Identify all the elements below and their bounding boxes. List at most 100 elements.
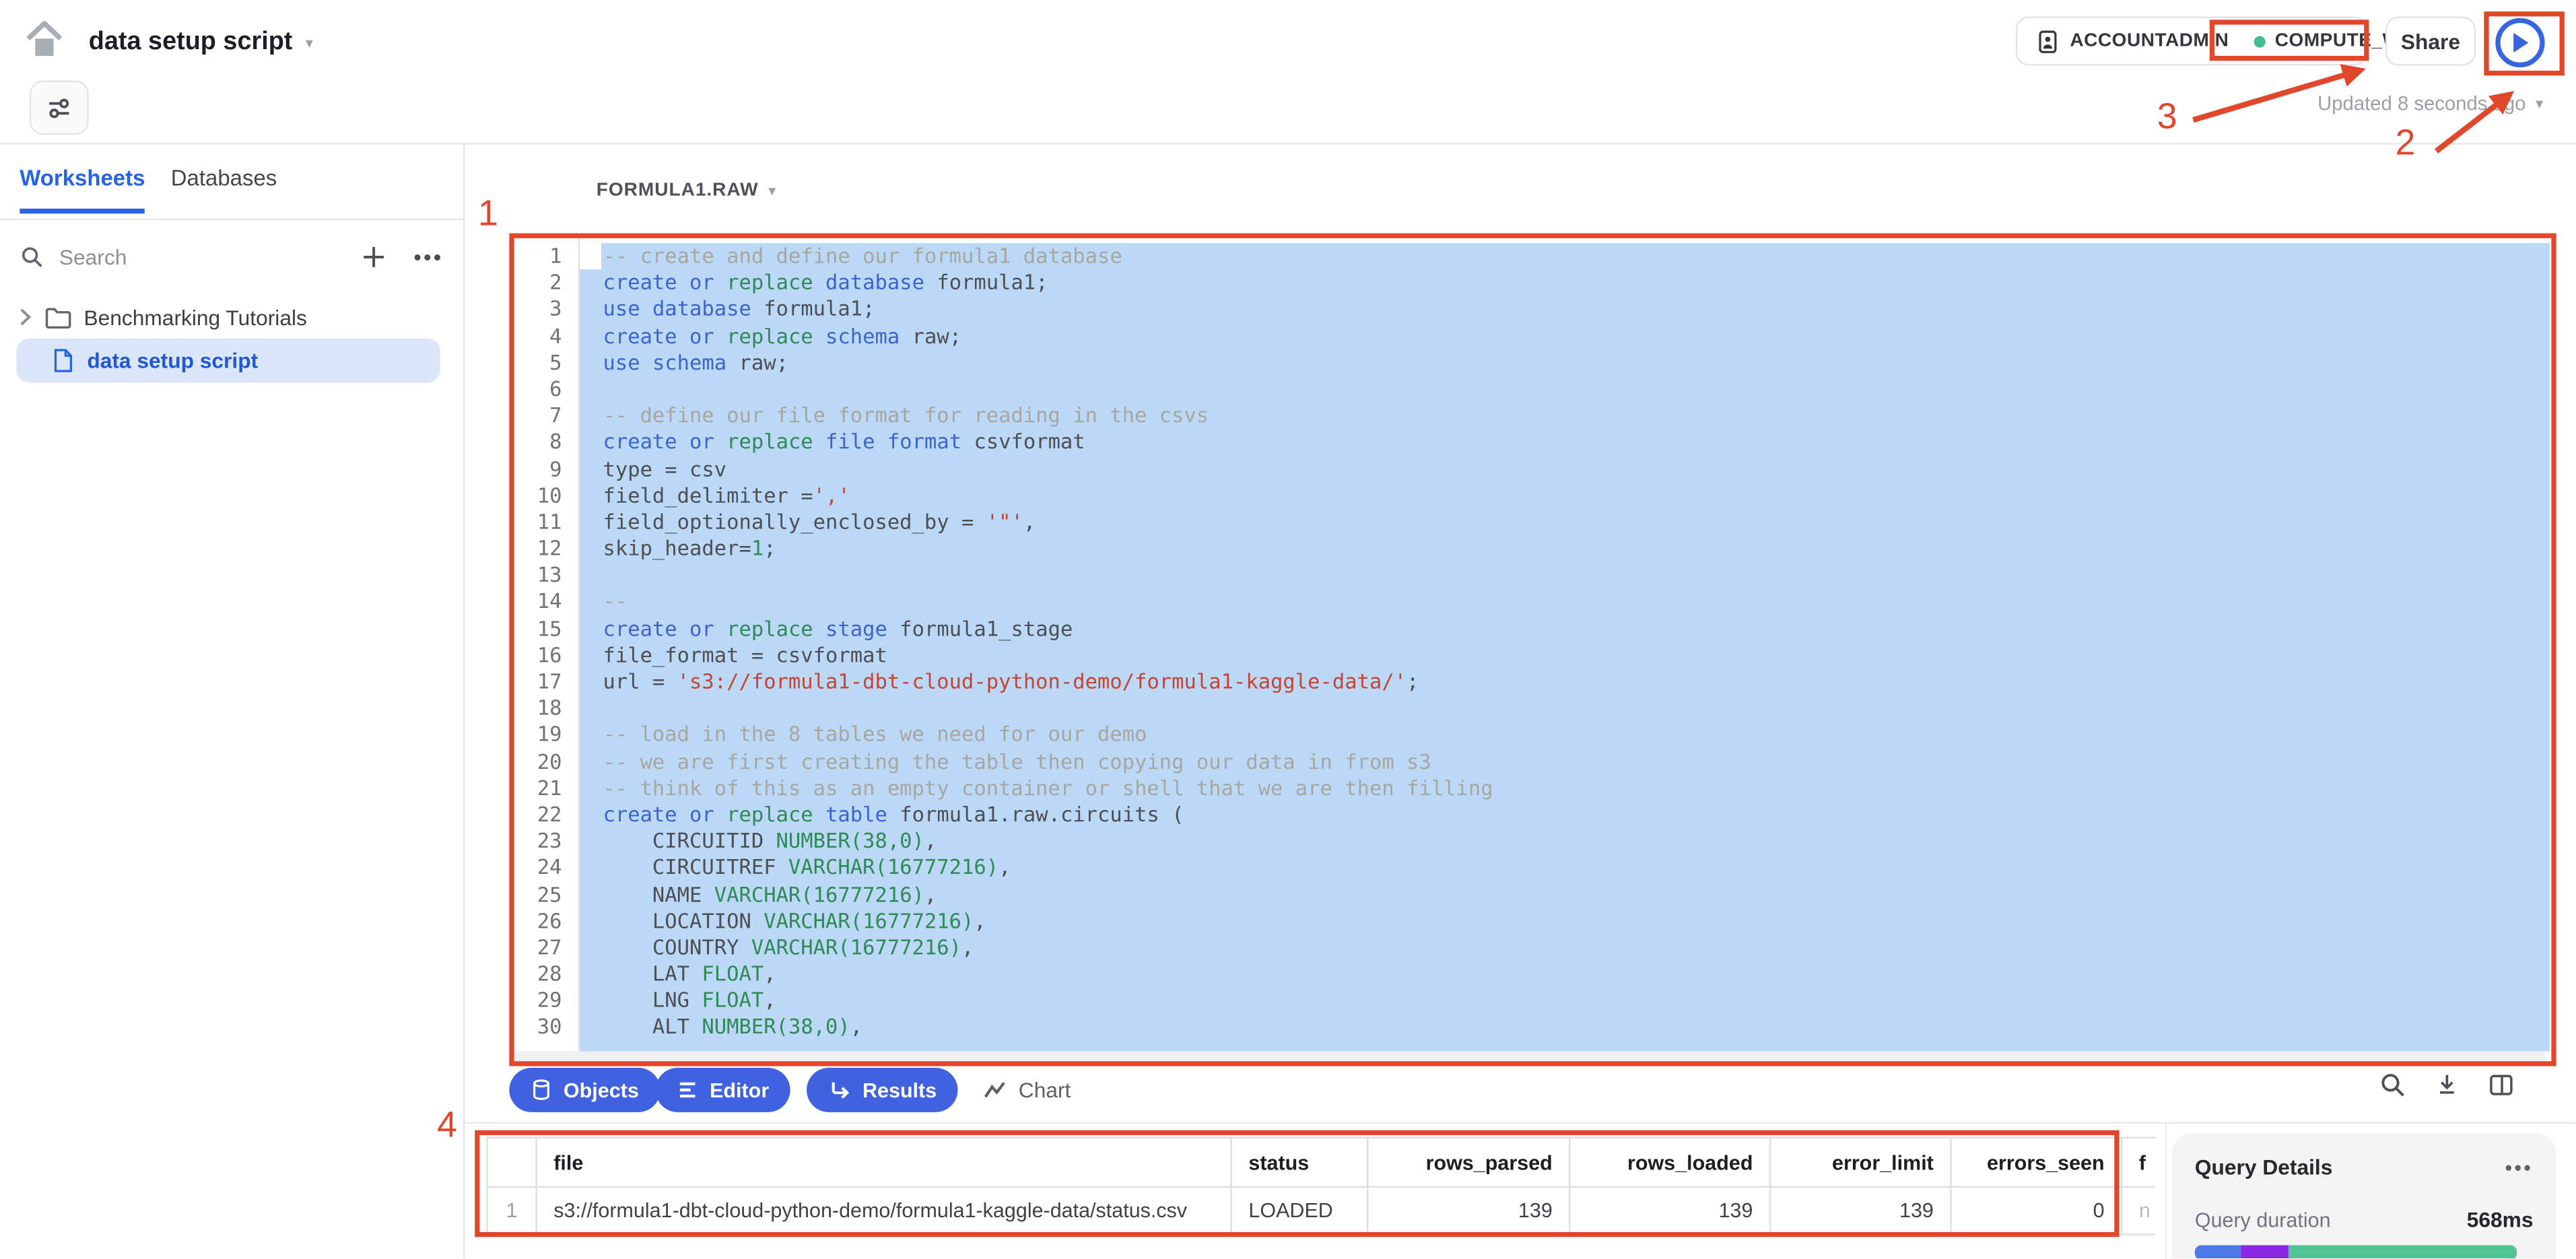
chart-line-icon [982, 1078, 1007, 1103]
split-columns-icon[interactable] [2487, 1071, 2515, 1099]
query-duration-label: Query duration [2195, 1209, 2331, 1231]
results-toolbar-icons [2379, 1071, 2515, 1099]
code-line: -- create and define our formula1 databa… [603, 243, 2541, 269]
code-line: -- load in the 8 tables we need for our … [603, 722, 2541, 748]
database-icon [531, 1078, 552, 1103]
sliders-icon [42, 91, 75, 124]
code-line [603, 562, 2541, 588]
search-input[interactable]: Search [59, 244, 362, 269]
updated-text: Updated 8 seconds ago [2317, 92, 2526, 115]
code-line: create or replace table formula1.raw.cir… [603, 802, 2541, 828]
schema-context-selector[interactable]: FORMULA1.RAW ▾ [597, 180, 776, 200]
query-details-menu-icon[interactable]: ••• [2505, 1156, 2534, 1179]
warehouse-status-dot [2253, 35, 2265, 46]
tab-chart[interactable]: Chart [982, 1068, 1071, 1112]
code-line: use schema raw; [603, 349, 2541, 376]
code-line: file_format = csvformat [603, 642, 2541, 669]
document-icon [53, 348, 74, 373]
duration-bar-segment [2195, 1246, 2241, 1259]
left-sidebar: Worksheets Databases Search ••• [0, 145, 465, 1258]
code-line: skip_header=1; [603, 536, 2541, 562]
search-results-icon[interactable] [2379, 1071, 2406, 1099]
code-line: use database formula1; [603, 296, 2541, 322]
code-line [603, 376, 2541, 403]
worksheet-title: data setup script [89, 28, 293, 57]
table-cell: 139 [1369, 1188, 1571, 1235]
code-line: COUNTRY VARCHAR(16777216), [603, 934, 2541, 961]
code-line: field_delimiter =',' [603, 483, 2541, 509]
table-cell: 139 [1771, 1188, 1951, 1235]
role-selector[interactable]: ACCOUNTADMIN [2017, 18, 2247, 64]
code-line: -- define our file format for reading in… [603, 403, 2541, 429]
code-line: url = 's3://formula1-dbt-cloud-python-de… [603, 669, 2541, 695]
chevron-down-icon[interactable]: ▾ [306, 35, 313, 50]
code-line: type = csv [603, 456, 2541, 482]
code-line: CIRCUITID NUMBER(38,0), [603, 828, 2541, 854]
code-line: create or replace stage formula1_stage [603, 615, 2541, 642]
code-line: -- we are first creating the table then … [603, 749, 2541, 775]
folder-icon [44, 305, 72, 330]
home-icon[interactable] [22, 16, 67, 62]
context-pill: ACCOUNTADMIN COMPUTE_WH [2016, 16, 2367, 65]
results-table[interactable]: filestatusrows_parsedrows_loadederror_li… [486, 1136, 2155, 1235]
column-header[interactable]: file [537, 1138, 1232, 1188]
updated-status[interactable]: Updated 8 seconds ago ▾ [2297, 92, 2543, 115]
share-button[interactable]: Share [2385, 16, 2476, 65]
search-icon [20, 244, 44, 269]
folder-label: Benchmarking Tutorials [83, 305, 306, 330]
query-details-panel: Query Details ••• Query duration 568ms [2172, 1134, 2556, 1259]
line-number-gutter: 1234567891011121314151617181920212223242… [503, 243, 562, 1041]
column-header[interactable]: status [1232, 1138, 1369, 1188]
more-options-icon[interactable]: ••• [413, 244, 443, 269]
query-duration-bar [2195, 1246, 2517, 1259]
results-button[interactable]: Results [807, 1068, 958, 1112]
code-line [603, 695, 2541, 722]
column-header[interactable]: rows_loaded [1571, 1138, 1771, 1188]
code-line: NAME VARCHAR(16777216), [603, 881, 2541, 908]
tab-databases[interactable]: Databases [171, 166, 277, 191]
column-header[interactable] [488, 1138, 537, 1188]
table-cell: 0 [1952, 1188, 2123, 1235]
code-line: create or replace file format csvformat [603, 430, 2541, 456]
code-line: CIRCUITREF VARCHAR(16777216), [603, 855, 2541, 881]
table-header-row: filestatusrows_parsedrows_loadederror_li… [488, 1138, 2156, 1188]
table-cell: s3://formula1-dbt-cloud-python-demo/form… [537, 1188, 1232, 1235]
code-line: field_optionally_enclosed_by = '"', [603, 509, 2541, 535]
schema-context-label: FORMULA1.RAW [597, 180, 759, 200]
table-row: 1s3://formula1-dbt-cloud-python-demo/for… [488, 1188, 2156, 1235]
table-cell: LOADED [1232, 1188, 1369, 1235]
editor-scrollbar[interactable] [514, 1052, 2545, 1062]
sidebar-item-folder[interactable]: Benchmarking Tutorials [16, 298, 306, 337]
query-details-title: Query Details [2195, 1155, 2333, 1180]
role-label: ACCOUNTADMIN [2070, 31, 2229, 50]
add-worksheet-button[interactable] [361, 244, 386, 269]
top-header-bar: data setup script ▾ ACCOU [0, 0, 2576, 145]
objects-button[interactable]: Objects [509, 1068, 660, 1112]
code-line: LAT FLOAT, [603, 961, 2541, 988]
column-header[interactable]: error_limit [1771, 1138, 1951, 1188]
worksheet-label: data setup script [87, 348, 258, 373]
sidebar-search: Search ••• [20, 238, 444, 275]
tab-worksheets[interactable]: Worksheets [20, 166, 145, 213]
download-icon[interactable] [2433, 1071, 2461, 1099]
user-badge-icon [2035, 29, 2060, 54]
run-button[interactable] [2495, 18, 2544, 67]
table-cell: 1 [488, 1188, 537, 1235]
code-line: create or replace database formula1; [603, 270, 2541, 296]
code-line: LNG FLOAT, [603, 988, 2541, 1014]
column-header[interactable]: f [2122, 1138, 2155, 1188]
sql-code-editor[interactable]: -- create and define our formula1 databa… [603, 243, 2541, 1041]
duration-bar-segment [2241, 1246, 2288, 1259]
column-header[interactable]: errors_seen [1952, 1138, 2123, 1188]
table-cell: n [2122, 1188, 2155, 1235]
duration-bar-segment [2288, 1246, 2517, 1259]
chevron-right-icon[interactable] [16, 307, 32, 327]
filters-button[interactable] [30, 81, 89, 135]
column-header[interactable]: rows_parsed [1369, 1138, 1571, 1188]
chevron-down-icon: ▾ [2536, 96, 2543, 111]
editor-button[interactable]: Editor [656, 1068, 790, 1112]
code-line: -- think of this as an empty container o… [603, 775, 2541, 801]
sidebar-item-worksheet-selected[interactable]: data setup script [16, 339, 440, 383]
query-duration-value: 568ms [2467, 1207, 2534, 1232]
code-line: -- [603, 589, 2541, 615]
